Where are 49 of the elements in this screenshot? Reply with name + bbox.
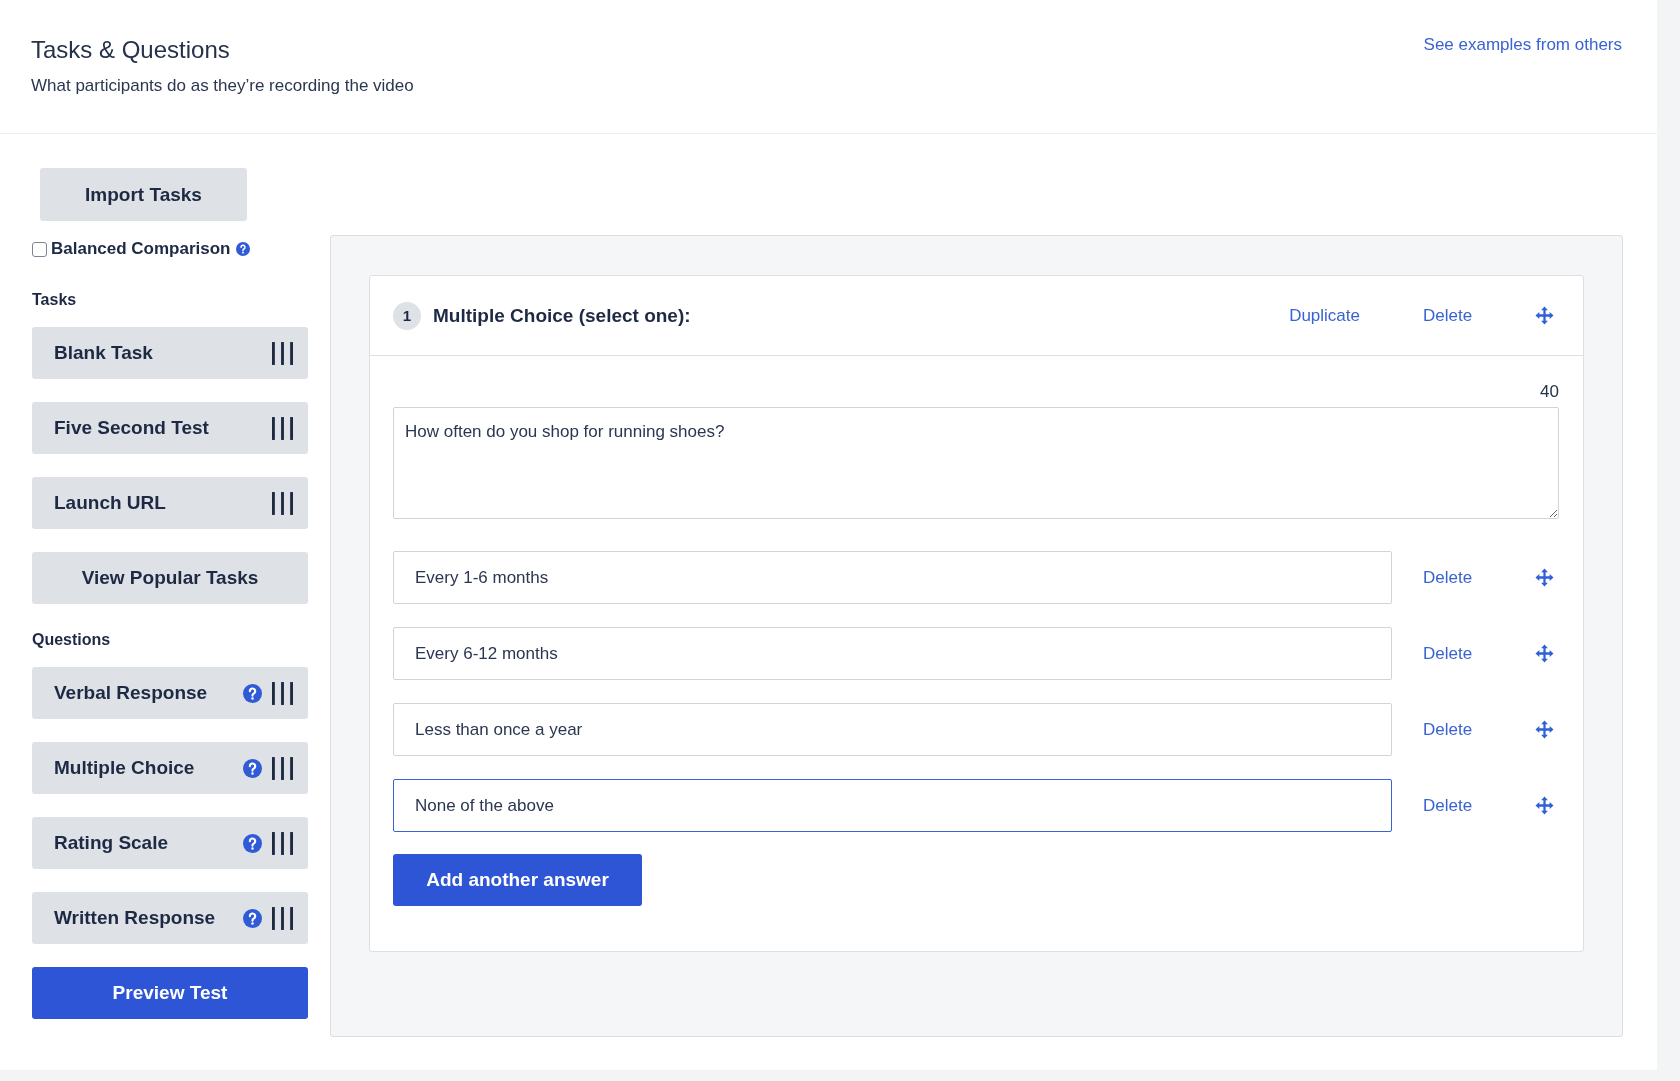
grip-icon[interactable]	[272, 416, 293, 440]
delete-link[interactable]: Delete	[1423, 795, 1473, 816]
checkbox-label[interactable]: Balanced Comparison	[51, 239, 231, 259]
question-text-field[interactable]: How often do you shop for running shoes?	[393, 407, 1559, 519]
question-item[interactable]: Written Response	[32, 892, 308, 944]
section-subtitle: What participants do as they’re recording the video	[31, 75, 414, 97]
help-icon[interactable]	[243, 758, 262, 778]
grip-icon[interactable]	[272, 756, 293, 780]
question-item[interactable]: Verbal Response	[32, 667, 308, 719]
preview-test-button[interactable]: Preview Test	[32, 967, 308, 1019]
delete-link[interactable]: Delete	[1423, 719, 1473, 740]
grip-icon[interactable]	[272, 906, 293, 930]
view-popular-tasks-button[interactable]: View Popular Tasks	[32, 552, 308, 604]
question-item[interactable]: Rating Scale	[32, 817, 308, 869]
question-title: Multiple Choice (select one):	[433, 304, 692, 327]
grip-icon[interactable]	[272, 341, 293, 365]
answer-field[interactable]: Every 6-12 months	[393, 627, 1392, 680]
character-count: 40	[1539, 382, 1559, 402]
delete-link[interactable]: Delete	[1423, 643, 1473, 664]
section-title: Tasks & Questions	[31, 36, 231, 64]
help-icon[interactable]	[243, 908, 262, 928]
task-item[interactable]: Five Second Test	[32, 402, 308, 454]
question-number-badge: 1	[393, 301, 421, 330]
answer-field[interactable]: Every 1-6 months	[393, 551, 1392, 604]
delete-link[interactable]: Delete	[1423, 305, 1473, 326]
move-arrows-icon[interactable]	[1535, 644, 1554, 663]
answer-field[interactable]: Less than once a year	[393, 703, 1392, 756]
move-arrows-icon[interactable]	[1535, 720, 1554, 739]
move-arrows-icon[interactable]	[1535, 306, 1554, 325]
tasks-heading: Tasks	[32, 290, 78, 310]
task-item[interactable]: Blank Task	[32, 327, 308, 379]
grip-icon[interactable]	[272, 681, 293, 705]
move-arrows-icon[interactable]	[1535, 568, 1554, 587]
grip-icon[interactable]	[272, 831, 293, 855]
questions-heading: Questions	[32, 630, 112, 650]
help-icon[interactable]	[235, 242, 250, 256]
move-arrows-icon[interactable]	[1535, 796, 1554, 815]
answer-field[interactable]: None of the above	[393, 779, 1392, 832]
help-icon[interactable]	[243, 833, 262, 853]
import-tasks-button[interactable]: Import Tasks	[40, 168, 247, 221]
grip-icon[interactable]	[272, 491, 293, 515]
delete-link[interactable]: Delete	[1423, 567, 1473, 588]
question-item[interactable]: Multiple Choice	[32, 742, 308, 794]
add-answer-button[interactable]: Add another answer	[393, 854, 642, 906]
duplicate-link[interactable]: Duplicate	[1289, 305, 1360, 326]
examples-link[interactable]: See examples from others	[1423, 34, 1622, 56]
help-icon[interactable]	[243, 683, 262, 703]
checkbox[interactable]	[32, 241, 47, 257]
task-item[interactable]: Launch URL	[32, 477, 308, 529]
